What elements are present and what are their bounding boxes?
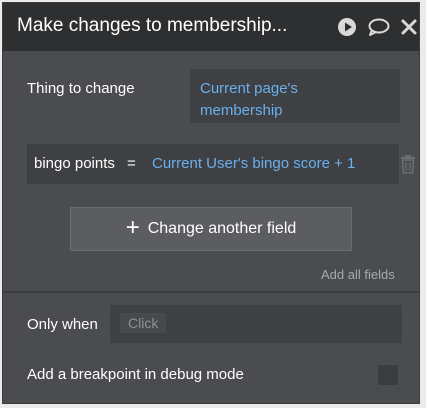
field-assignment-row[interactable]: bingo points = Current User's bingo scor… — [27, 144, 399, 184]
field-name[interactable]: bingo points — [34, 155, 115, 172]
close-icon[interactable] — [399, 17, 419, 37]
panel-title: Make changes to membership... — [17, 15, 288, 36]
change-another-field-button[interactable]: + Change another field — [70, 207, 352, 251]
section-divider — [3, 291, 419, 293]
field-operator: = — [127, 155, 136, 172]
thing-to-change-value[interactable]: Current page's membership — [190, 69, 400, 123]
field-value-expression[interactable]: Current User's bingo score + 1 — [152, 155, 355, 172]
plus-icon: + — [125, 214, 140, 241]
thing-to-change-label: Thing to change — [27, 80, 135, 97]
only-when-placeholder[interactable]: Click — [120, 313, 167, 333]
comment-icon[interactable] — [367, 17, 391, 37]
trash-icon[interactable] — [399, 154, 417, 174]
panel-titlebar: Make changes to membership... — [3, 3, 419, 51]
workflow-action-panel: Make changes to membership... Thing to c… — [2, 2, 420, 404]
play-icon[interactable] — [337, 17, 357, 37]
breakpoint-label: Add a breakpoint in debug mode — [27, 366, 244, 383]
breakpoint-checkbox[interactable] — [378, 365, 398, 385]
change-another-field-label: Change another field — [147, 220, 297, 237]
only-when-label: Only when — [27, 316, 98, 333]
add-all-fields-link[interactable]: Add all fields — [321, 267, 395, 282]
only-when-condition-field[interactable]: Click — [110, 305, 402, 343]
